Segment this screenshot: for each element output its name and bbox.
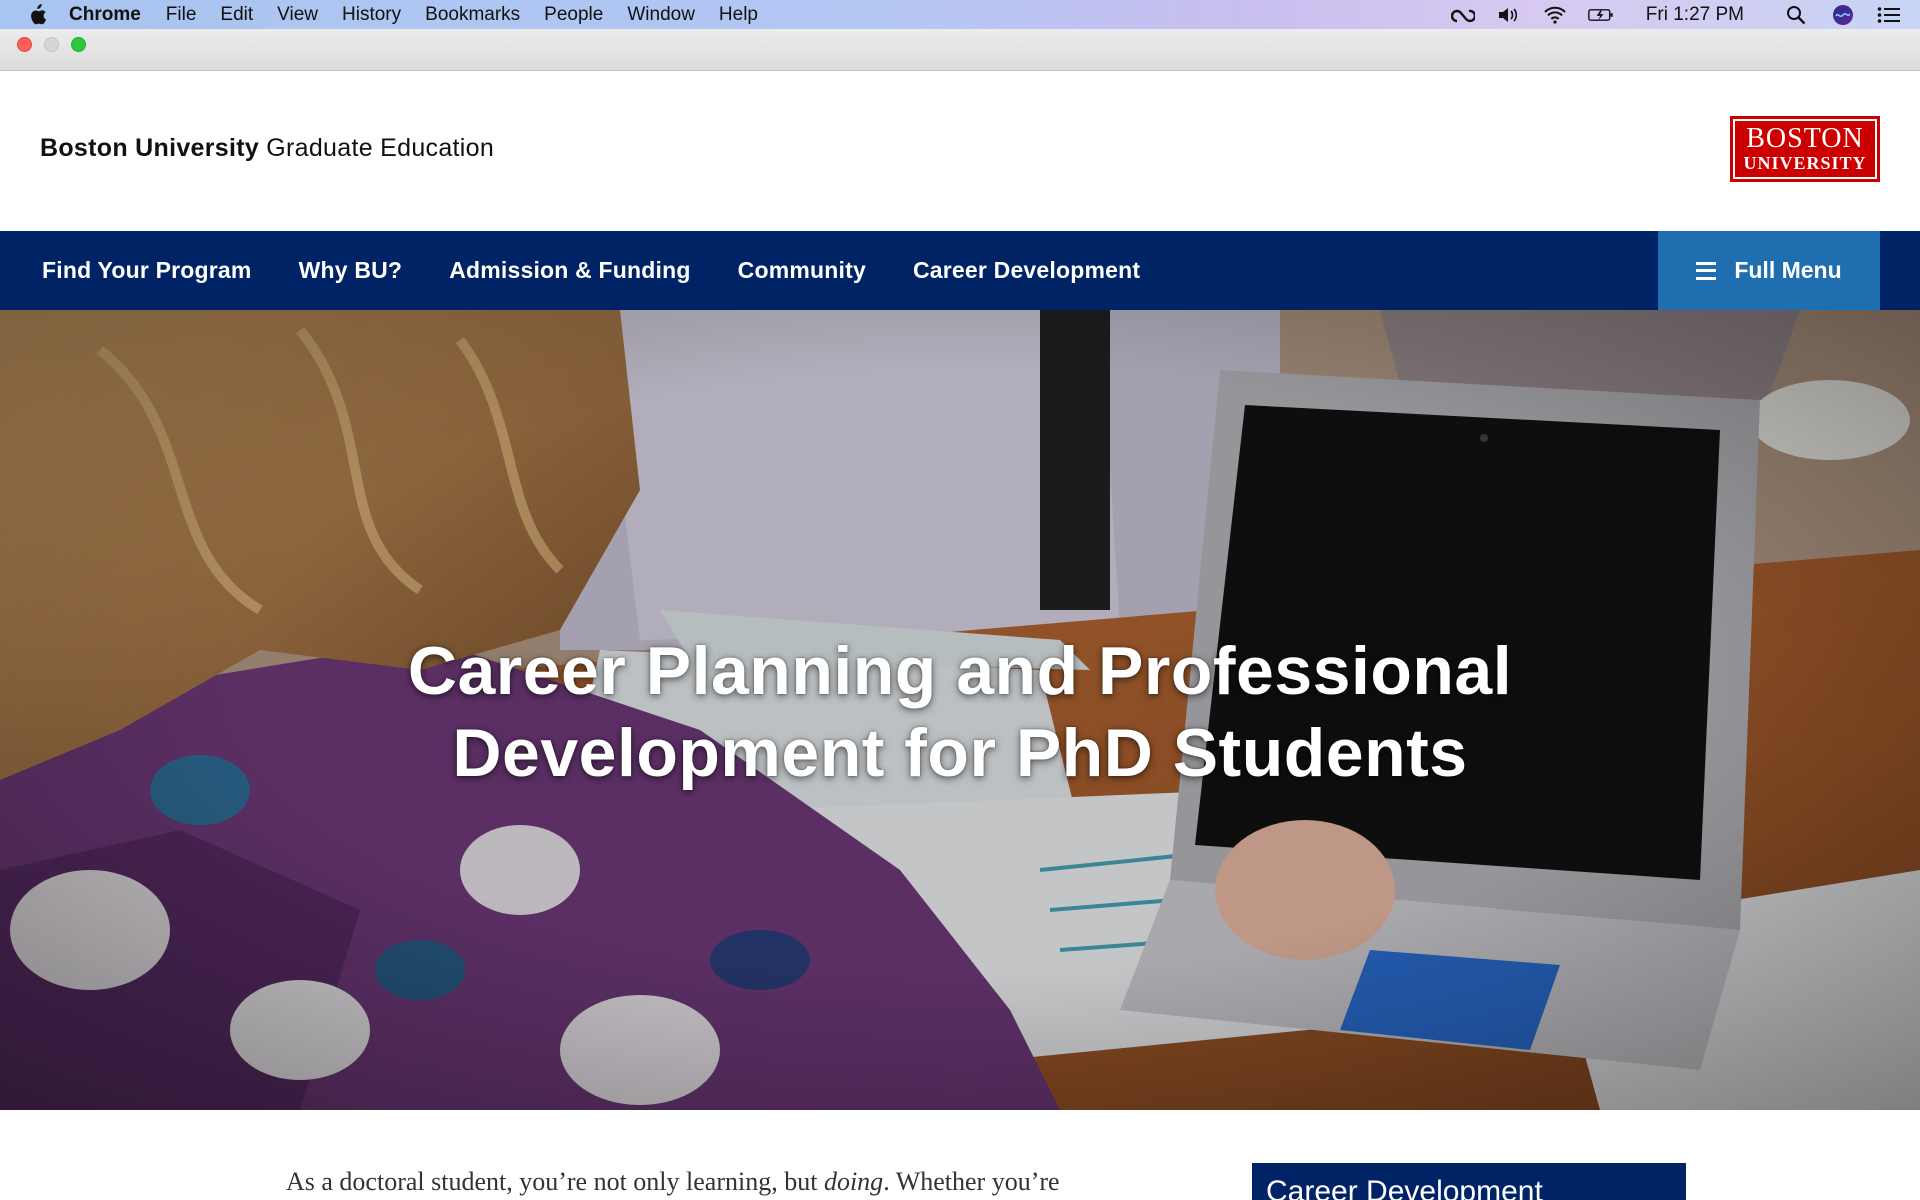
apple-menu-icon[interactable] xyxy=(27,3,49,26)
battery-charging-icon[interactable] xyxy=(1587,4,1614,26)
hero-title-line-1: Career Planning and Professional xyxy=(407,633,1513,709)
menu-edit[interactable]: Edit xyxy=(220,4,253,26)
menu-view[interactable]: View xyxy=(277,4,318,26)
macos-menu-bar: Chrome File Edit View History Bookmarks … xyxy=(0,0,1920,29)
wifi-icon[interactable] xyxy=(1542,4,1568,26)
close-window-button[interactable] xyxy=(17,37,32,52)
nav-community[interactable]: Community xyxy=(738,257,866,284)
intro-text-emphasis: doing xyxy=(823,1167,884,1196)
hero-title: Career Planning and Professional Develop… xyxy=(0,630,1920,794)
site-title-university: Boston University xyxy=(40,134,260,162)
volume-icon[interactable] xyxy=(1496,4,1522,26)
nav-admission-funding[interactable]: Admission & Funding xyxy=(449,257,690,284)
spotlight-search-icon[interactable] xyxy=(1784,4,1810,26)
site-title-link[interactable]: Boston University Graduate Education xyxy=(40,134,494,163)
site-title-department: Graduate Education xyxy=(259,134,495,162)
creative-cloud-icon[interactable] xyxy=(1450,4,1476,26)
logo-line-boston: BOSTON xyxy=(1746,123,1864,154)
nav-why-bu[interactable]: Why BU? xyxy=(299,257,403,284)
full-menu-button[interactable]: Full Menu xyxy=(1658,231,1880,310)
hamburger-menu-icon xyxy=(1696,261,1717,280)
hero-banner: Career Planning and Professional Develop… xyxy=(0,310,1920,1110)
menu-app-chrome[interactable]: Chrome xyxy=(69,4,141,26)
notification-center-icon[interactable] xyxy=(1876,4,1902,26)
hero-title-line-2: Development for PhD Students xyxy=(452,715,1468,791)
logo-line-university: UNIVERSITY xyxy=(1743,153,1867,173)
minimize-window-button[interactable] xyxy=(44,37,59,52)
menu-help[interactable]: Help xyxy=(719,4,758,26)
menu-bookmarks[interactable]: Bookmarks xyxy=(425,4,520,26)
main-content: As a doctoral student, you’re not only l… xyxy=(0,1110,1920,1200)
zoom-window-button[interactable] xyxy=(71,37,86,52)
menu-file[interactable]: File xyxy=(166,4,197,26)
primary-navigation: Find Your Program Why BU? Admission & Fu… xyxy=(0,231,1920,310)
intro-text-start: As a doctoral student, you’re not only l… xyxy=(286,1167,824,1196)
career-development-sidebar-box[interactable]: Career Development xyxy=(1252,1163,1686,1200)
nav-career-development[interactable]: Career Development xyxy=(913,257,1140,284)
boston-university-logo[interactable]: BOSTON UNIVERSITY xyxy=(1730,116,1880,182)
menu-bar-status-area: Fri 1:27 PM xyxy=(1450,0,1902,29)
intro-paragraph: As a doctoral student, you’re not only l… xyxy=(286,1167,1060,1197)
menu-window[interactable]: Window xyxy=(627,4,695,26)
site-header: Boston University Graduate Education BOS… xyxy=(0,71,1920,231)
intro-text-end: . Whether you’re xyxy=(883,1167,1060,1196)
full-menu-label: Full Menu xyxy=(1734,257,1842,283)
menu-bar-clock[interactable]: Fri 1:27 PM xyxy=(1646,4,1744,26)
siri-icon[interactable] xyxy=(1830,4,1856,26)
menu-people[interactable]: People xyxy=(544,4,603,26)
menu-history[interactable]: History xyxy=(342,4,401,26)
sidebar-box-title: Career Development xyxy=(1266,1175,1543,1200)
nav-find-your-program[interactable]: Find Your Program xyxy=(42,257,252,284)
browser-window-titlebar xyxy=(0,29,1920,71)
